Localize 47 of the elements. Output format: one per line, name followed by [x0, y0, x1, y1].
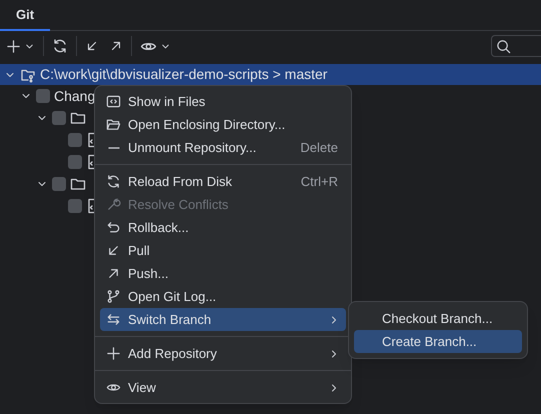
arrow-up-right-icon — [109, 39, 123, 53]
checkbox[interactable] — [68, 199, 82, 213]
menu-item[interactable]: View — [100, 376, 346, 399]
menu-item[interactable]: Open Git Log... — [100, 285, 346, 308]
tab[interactable]: Git — [0, 0, 50, 31]
tree-row[interactable]: C:\work\git\dbvisualizer-demo-scripts > master — [0, 64, 541, 85]
search-icon — [496, 38, 511, 54]
menu-item[interactable]: Checkout Branch... — [354, 307, 522, 330]
menu-item[interactable]: Add Repository — [100, 342, 346, 365]
undo-icon — [106, 220, 121, 235]
arrow-down-left-icon — [85, 39, 99, 53]
menu-item[interactable]: Rollback... — [100, 216, 346, 239]
code-file-icon — [86, 132, 94, 148]
show-in-files-icon — [106, 94, 121, 109]
code-file-icon — [86, 198, 94, 214]
open-folder-icon — [106, 117, 121, 132]
changelist-label: Chang — [54, 86, 96, 106]
refresh-icon — [52, 38, 68, 54]
switch-arrows-icon — [106, 312, 121, 327]
code-file-icon — [86, 154, 94, 170]
plus-icon — [6, 38, 21, 54]
minus-icon — [108, 146, 120, 148]
refresh-icon — [106, 174, 121, 189]
menu-item[interactable]: Switch Branch — [100, 308, 346, 331]
shortcut-label: Delete — [300, 138, 338, 157]
menu-item[interactable]: Pull — [100, 239, 346, 262]
wrench-icon — [106, 197, 121, 212]
checkbox[interactable] — [52, 177, 66, 191]
menu-item[interactable]: Create Branch... — [354, 330, 522, 353]
branch-icon — [106, 289, 121, 304]
menu-item[interactable]: Show in Files — [100, 90, 346, 113]
folder-icon — [70, 176, 86, 192]
checkbox[interactable] — [68, 155, 82, 169]
plus-icon — [106, 346, 121, 361]
checkbox[interactable] — [52, 111, 66, 125]
menu-item[interactable]: Reload From Disk Ctrl+R — [100, 170, 346, 193]
repository-label: C:\work\git\dbvisualizer-demo-scripts > master — [40, 65, 328, 84]
folder-icon — [70, 110, 86, 126]
menu-item[interactable]: Push... — [100, 262, 346, 285]
search-field[interactable] — [491, 35, 541, 57]
menu-item[interactable]: Unmount Repository... Delete — [100, 136, 346, 159]
checkbox[interactable] — [36, 89, 50, 103]
arrow-up-right-icon — [106, 266, 121, 281]
arrow-down-left-icon — [106, 243, 121, 258]
checkbox[interactable] — [68, 133, 82, 147]
shortcut-label: Ctrl+R — [300, 172, 338, 191]
menu-item[interactable]: Open Enclosing Directory... — [100, 113, 346, 136]
